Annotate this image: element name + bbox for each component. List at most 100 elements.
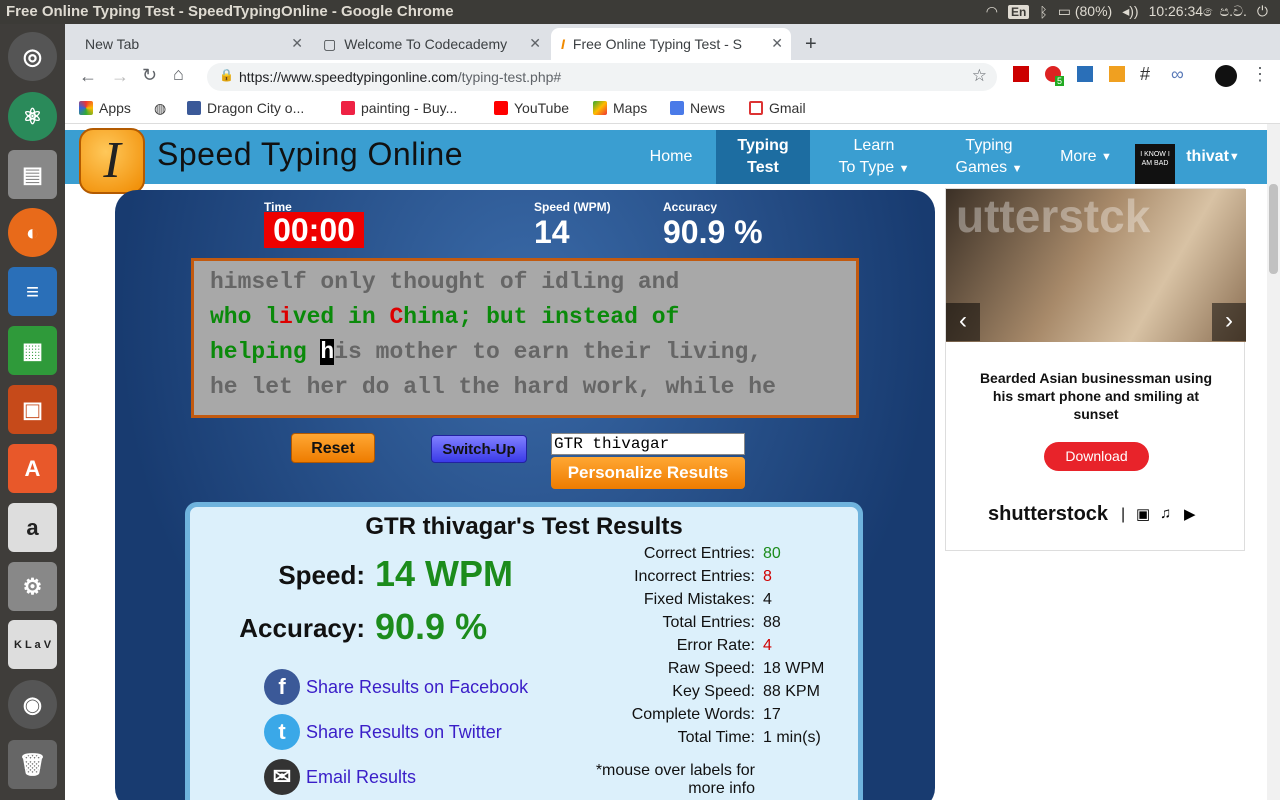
nav-typing-test[interactable]: Typing Test (716, 130, 810, 184)
impress-icon[interactable]: ▣ (8, 385, 57, 434)
stat-label: Incorrect Entries: (634, 568, 755, 585)
home-icon[interactable]: ⌂ (173, 64, 184, 85)
profile-avatar[interactable] (1215, 65, 1237, 87)
stat-row[interactable]: Incorrect Entries: 8 (190, 568, 772, 588)
tab-typing-test[interactable]: I Free Online Typing Test - S ✕ (551, 28, 791, 60)
nav-typing-games[interactable]: Typing Games ▼ (941, 130, 1037, 184)
site-name[interactable]: Speed Typing Online (157, 136, 463, 173)
stat-value: 4 (763, 637, 772, 654)
typed-incorrect: i (279, 304, 293, 330)
bookmark-globe[interactable]: ◍ (154, 100, 166, 117)
bookmark-painting[interactable]: painting - Buy... (341, 100, 457, 116)
bookmark-label: News (690, 100, 726, 116)
flash-extension-icon[interactable] (1013, 66, 1029, 82)
site-logo[interactable]: I (79, 128, 145, 194)
url-path: /typing-test.php# (457, 69, 562, 85)
text-line: who lived in China; but instead of (210, 300, 856, 335)
battery-percent: (80%) (1074, 3, 1113, 19)
tab-new-tab[interactable]: New Tab ✕ (75, 28, 311, 60)
user-avatar[interactable]: I KNOW I AM BAD (1135, 144, 1175, 184)
bookmark-news[interactable]: News (670, 100, 725, 116)
ad-brand: shutterstock (988, 503, 1109, 525)
results-panel: GTR thivagar's Test Results Speed: 14 WP… (185, 502, 863, 800)
extension-icon[interactable] (1109, 66, 1125, 82)
menu-icon[interactable]: ⋮ (1251, 64, 1269, 85)
close-icon[interactable]: ✕ (529, 35, 541, 52)
reset-button[interactable]: Reset (291, 433, 375, 463)
personalize-results-button[interactable]: Personalize Results (551, 457, 745, 489)
files-icon[interactable]: ▤ (8, 150, 57, 199)
typed-incorrect: C (389, 304, 404, 330)
software-center-icon[interactable]: A (8, 444, 57, 493)
nav-home[interactable]: Home (637, 130, 705, 184)
stat-row[interactable]: Fixed Mistakes: 4 (190, 591, 772, 611)
nav-more[interactable]: More ▼ (1051, 130, 1121, 184)
tab-label: Welcome To Codecademy (344, 36, 508, 52)
back-icon[interactable]: ← (79, 66, 97, 87)
stat-row[interactable]: Total Entries: 88 (190, 614, 781, 634)
advertisement[interactable]: utterstck ‹ › Bearded Asian businessman … (945, 188, 1246, 551)
new-tab-button[interactable]: + (795, 28, 825, 60)
timer-display: 00:00 (264, 212, 364, 248)
forward-icon[interactable]: → (111, 66, 129, 87)
wifi-icon[interactable]: ◠ (986, 3, 998, 20)
stat-row[interactable]: Complete Words: 17 (190, 706, 781, 726)
speed-value: 14 (534, 214, 570, 250)
ad-image[interactable]: utterstck ‹ › (946, 189, 1246, 342)
stat-label: Key Speed: (672, 683, 755, 700)
switch-up-button[interactable]: Switch-Up (431, 435, 527, 463)
nav-label: Test (747, 159, 779, 176)
atom-icon[interactable]: ⚛ (8, 92, 57, 141)
trash-icon[interactable]: 🗑 (8, 740, 57, 789)
stat-row[interactable]: Correct Entries: 80 (190, 545, 781, 565)
bluetooth-icon[interactable]: ᛒ (1039, 4, 1047, 20)
battery-indicator[interactable]: ▭ (80%) (1058, 3, 1112, 20)
carousel-next-icon[interactable]: › (1212, 303, 1246, 341)
name-input[interactable] (551, 433, 745, 455)
address-bar[interactable]: 🔒 https://www.speedtypingonline.com/typi… (207, 63, 997, 91)
chrome-icon[interactable]: ◉ (8, 680, 57, 729)
keyboard-layout-indicator[interactable]: En (1007, 4, 1030, 19)
stat-label: Raw Speed: (667, 660, 755, 677)
writer-icon[interactable]: ≡ (8, 267, 57, 316)
bookmark-dragon-city[interactable]: Dragon City o... (187, 100, 304, 116)
amazon-icon[interactable]: a (8, 503, 57, 552)
carousel-prev-icon[interactable]: ‹ (946, 303, 980, 341)
bookmark-gmail[interactable]: Gmail (749, 100, 806, 116)
clock[interactable]: 10:26:34 ෙප.ව. (1149, 3, 1247, 20)
hash-extension-icon[interactable]: # (1140, 64, 1150, 85)
ubuntu-dash-icon[interactable]: ◎ (8, 32, 57, 81)
nav-user-menu[interactable]: thivat ▼ (1181, 130, 1245, 184)
close-icon[interactable]: ✕ (771, 35, 783, 52)
volume-icon[interactable]: ◂)) (1122, 3, 1138, 20)
stat-row[interactable]: Error Rate: 4 (190, 637, 772, 657)
typing-text-area[interactable]: himself only thought of idling and who li… (191, 258, 859, 418)
calc-icon[interactable]: ▦ (8, 326, 57, 375)
typed-correct: helping (210, 339, 321, 365)
gmail-icon (749, 101, 763, 115)
nav-learn-to-type[interactable]: Learn To Type ▼ (829, 130, 919, 184)
keyboard-icon[interactable]: K L a V (8, 620, 57, 669)
stat-row[interactable]: Total Time: 1 min(s) (190, 729, 821, 749)
stat-row[interactable]: Key Speed: 88 KPM (190, 683, 820, 703)
tab-codecademy[interactable]: ▢ Welcome To Codecademy ✕ (313, 28, 549, 60)
firefox-icon[interactable]: ◐ (8, 208, 57, 257)
launcher: ◎ ⚛ ▤ ◐ ≡ ▦ ▣ A a ⚙ K L a V ◉ 🗑 (0, 24, 65, 800)
note-line: *mouse over labels for (595, 762, 755, 779)
infinity-extension-icon[interactable]: ∞ (1171, 64, 1184, 85)
star-icon[interactable]: ☆ (972, 66, 987, 86)
settings-icon[interactable]: ⚙ (8, 562, 57, 611)
scrollbar-thumb[interactable] (1269, 184, 1278, 274)
extension-icon[interactable] (1077, 66, 1093, 82)
ad-download-button[interactable]: Download (1044, 442, 1149, 471)
bookmark-youtube[interactable]: YouTube (494, 100, 569, 116)
reload-icon[interactable]: ↻ (142, 65, 157, 86)
typing-test-panel: Time 00:00 Speed (WPM) 14 Accuracy 90.9 … (115, 190, 935, 800)
close-icon[interactable]: ✕ (291, 35, 303, 52)
bookmark-maps[interactable]: Maps (593, 100, 647, 116)
stat-row[interactable]: Raw Speed: 18 WPM (190, 660, 825, 680)
camera-icon: ▣ (1136, 506, 1151, 523)
bookmark-apps[interactable]: Apps (79, 100, 131, 116)
page-scrollbar[interactable] (1267, 124, 1280, 800)
power-icon[interactable]: ⏻ (1257, 3, 1268, 20)
